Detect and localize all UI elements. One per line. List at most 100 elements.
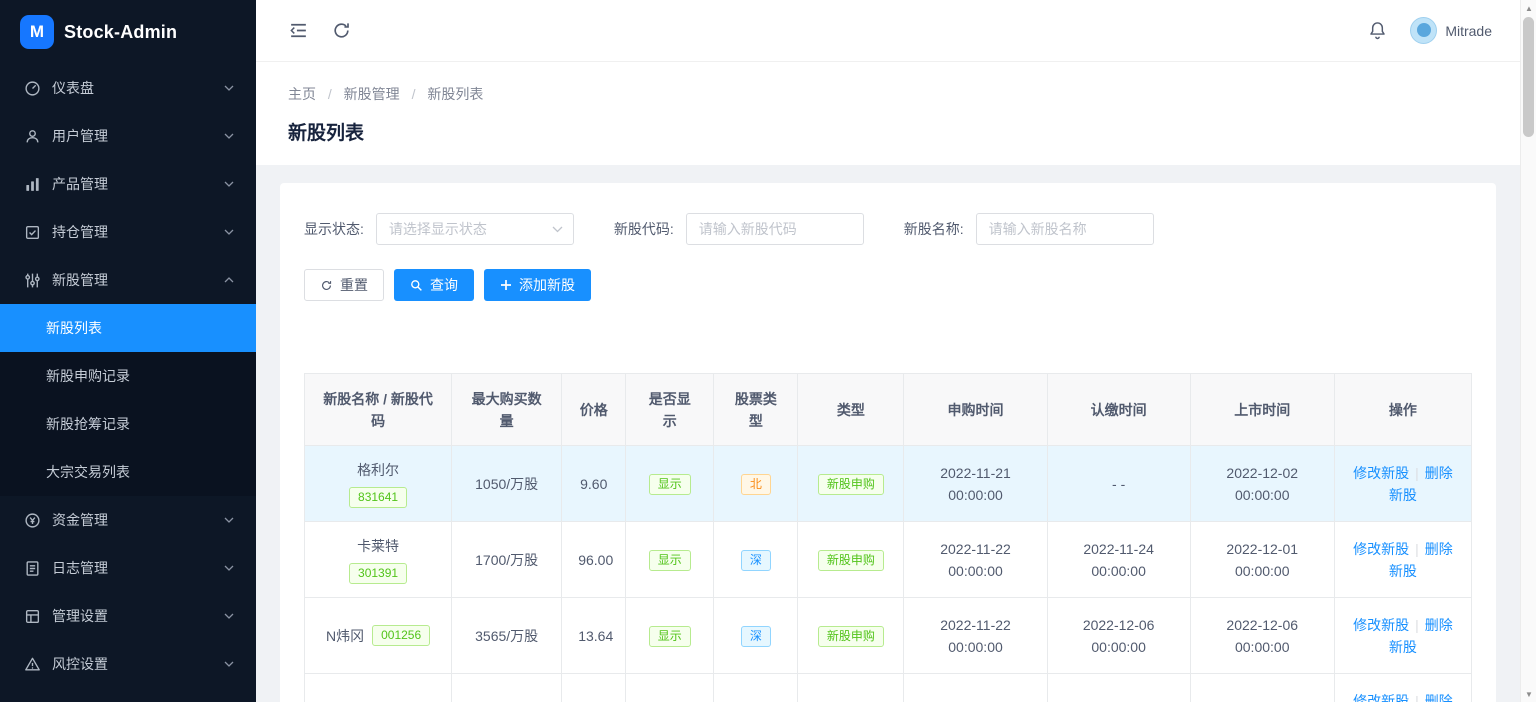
sidebar-item-label: 资金管理 (52, 510, 108, 530)
breadcrumb-separator: / (412, 86, 416, 102)
filter-group-status: 显示状态: 请选择显示状态 (304, 213, 574, 245)
action-button-row: 重置 查询 添加新股 (304, 269, 1472, 301)
stock-code-input[interactable] (686, 213, 864, 245)
type-tag: 新股申购 (818, 474, 884, 495)
reset-button[interactable]: 重置 (304, 269, 384, 301)
chevron-down-icon (224, 565, 234, 571)
sidebar-item-position-management[interactable]: 持仓管理 (0, 208, 256, 256)
submenu-item-label: 大宗交易列表 (46, 462, 130, 482)
sidebar-item-risk-settings[interactable]: 风控设置 (0, 640, 256, 688)
top-bar: Mitrade (256, 0, 1520, 62)
sidebar: M Stock-Admin 仪表盘 用户管理 产品管理 持仓管理 新股管 (0, 0, 256, 702)
status-select[interactable]: 请选择显示状态 (376, 213, 574, 245)
name-filter-label: 新股名称: (904, 219, 964, 239)
app-logo: M Stock-Admin (0, 0, 256, 64)
breadcrumb-current: 新股列表 (427, 86, 483, 102)
list-time-cell: 2022-12-0200:00:00 (1207, 462, 1318, 506)
sidebar-item-label: 风控设置 (52, 654, 108, 674)
search-button[interactable]: 查询 (394, 269, 474, 301)
stock-table: 新股名称 / 新股代码 最大购买数量 价格 是否显示 股票类型 类型 申购时间 … (304, 373, 1472, 702)
sidebar-item-admin-settings[interactable]: 管理设置 (0, 592, 256, 640)
edit-stock-link[interactable]: 修改新股 (1353, 617, 1409, 633)
main-area: Mitrade 主页 / 新股管理 / 新股列表 新股列表 显示状态: 请选择显… (256, 0, 1520, 702)
sidebar-item-block-trade-list[interactable]: 大宗交易列表 (0, 448, 256, 496)
sidebar-item-subscription-records[interactable]: 新股申购记录 (0, 352, 256, 400)
page-head: 主页 / 新股管理 / 新股列表 新股列表 (256, 62, 1520, 165)
table-row: N炜冈 001256 3565/万股 13.64 显示 深 新股申购 2022-… (305, 598, 1472, 674)
dashboard-icon (24, 80, 41, 97)
table-row: 卡莱特 301391 1700/万股 96.00 显示 深 新股申购 2022-… (305, 522, 1472, 598)
sidebar-item-log-management[interactable]: 日志管理 (0, 544, 256, 592)
col-header-max-buy: 最大购买数量 (452, 374, 562, 446)
user-avatar[interactable] (1410, 17, 1437, 44)
edit-stock-link[interactable]: 修改新股 (1353, 541, 1409, 557)
price-cell: 78.89 (562, 674, 626, 702)
page-title: 新股列表 (288, 118, 1488, 145)
stock-code-tag: 301391 (349, 563, 407, 584)
chevron-down-icon (224, 181, 234, 187)
pay-time-cell: 2022-12-0600:00:00 (1064, 614, 1174, 658)
pay-time-cell: - - (1064, 473, 1174, 495)
bar-chart-icon (24, 176, 41, 193)
scrollbar-thumb[interactable] (1523, 17, 1534, 137)
list-time-cell: 2022-12-0600:00:00 (1207, 614, 1318, 658)
refresh-icon[interactable] (331, 20, 352, 41)
sidebar-item-new-stock-list[interactable]: 新股列表 (0, 304, 256, 352)
add-new-stock-button[interactable]: 添加新股 (484, 269, 591, 301)
sidebar-item-label: 持仓管理 (52, 222, 108, 242)
chevron-down-icon (224, 613, 234, 619)
type-tag: 新股申购 (818, 626, 884, 647)
chevron-down-icon (552, 226, 563, 233)
filter-bar: 显示状态: 请选择显示状态 新股代码: 新股名称: (304, 213, 1472, 245)
collapse-sidebar-icon[interactable] (288, 20, 309, 41)
status-filter-label: 显示状态: (304, 219, 364, 239)
vertical-scrollbar[interactable]: ▲ ▼ (1520, 0, 1536, 702)
edit-stock-link[interactable]: 修改新股 (1353, 465, 1409, 481)
sidebar-item-new-stock-management[interactable]: 新股管理 (0, 256, 256, 304)
breadcrumb-home[interactable]: 主页 (288, 86, 316, 102)
sidebar-item-grab-records[interactable]: 新股抢筹记录 (0, 400, 256, 448)
sidebar-item-fund-management[interactable]: 资金管理 (0, 496, 256, 544)
max-buy-cell: 3565/万股 (452, 598, 562, 674)
sidebar-item-label: 日志管理 (52, 558, 108, 578)
notification-bell-icon[interactable] (1367, 20, 1388, 41)
pay-time-cell: 2022-11-2400:00:00 (1064, 538, 1174, 582)
box-check-icon (24, 224, 41, 241)
action-divider: | (1415, 693, 1419, 702)
list-time-cell: 2022-12-0100:00:00 (1207, 538, 1318, 582)
sidebar-item-label: 仪表盘 (52, 78, 94, 98)
settings-grid-icon (24, 608, 41, 625)
filter-group-code: 新股代码: (614, 213, 864, 245)
col-header-price: 价格 (562, 374, 626, 446)
top-bar-right: Mitrade (1367, 17, 1492, 44)
scroll-down-arrow[interactable]: ▼ (1521, 686, 1536, 702)
chevron-down-icon (224, 85, 234, 91)
stock-name-input[interactable] (976, 213, 1154, 245)
chevron-down-icon (224, 517, 234, 523)
stock-code-tag: 001256 (372, 625, 430, 646)
col-header-type: 类型 (798, 374, 904, 446)
sidebar-item-product-management[interactable]: 产品管理 (0, 160, 256, 208)
max-buy-cell: 1914/万股 (452, 674, 562, 702)
sidebar-item-dashboard[interactable]: 仪表盘 (0, 64, 256, 112)
table-row: 格利尔 831641 1050/万股 9.60 显示 北 新股申购 2022-1… (305, 446, 1472, 522)
breadcrumb-new-stock-management[interactable]: 新股管理 (344, 86, 400, 102)
breadcrumb: 主页 / 新股管理 / 新股列表 (288, 84, 1488, 104)
visible-tag: 显示 (649, 474, 691, 495)
reset-button-label: 重置 (340, 275, 368, 295)
submenu-item-label: 新股申购记录 (46, 366, 130, 386)
sidebar-item-user-management[interactable]: 用户管理 (0, 112, 256, 160)
price-cell: 96.00 (562, 522, 626, 598)
scroll-up-arrow[interactable]: ▲ (1521, 0, 1536, 16)
users-icon (24, 128, 41, 145)
col-header-stock-type: 股票类型 (714, 374, 798, 446)
sliders-icon (24, 272, 41, 289)
user-name: Mitrade (1445, 23, 1492, 39)
max-buy-cell: 1050/万股 (452, 446, 562, 522)
reset-icon (320, 279, 333, 292)
action-divider: | (1415, 617, 1419, 633)
chevron-down-icon (224, 229, 234, 235)
apply-time-cell: 2022-11-2200:00:00 (920, 614, 1030, 658)
edit-stock-link[interactable]: 修改新股 (1353, 693, 1409, 702)
table-header-row: 新股名称 / 新股代码 最大购买数量 价格 是否显示 股票类型 类型 申购时间 … (305, 374, 1472, 446)
